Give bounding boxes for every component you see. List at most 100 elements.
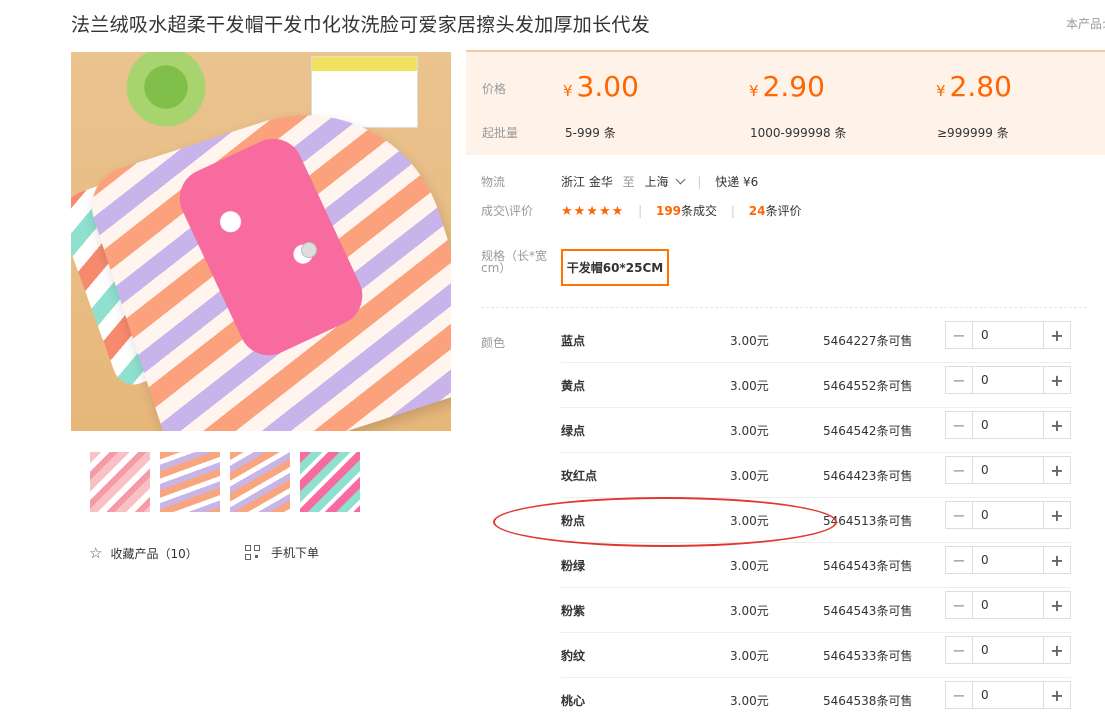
deals-link[interactable]: 199条成交 <box>656 204 717 218</box>
color-name: 绿点 <box>561 424 586 438</box>
minus-icon[interactable]: − <box>946 457 973 483</box>
color-stock: 5464543条可售 <box>823 604 913 618</box>
color-row-rose-dot: 玫红点 3.00元 5464423条可售 − 0 + <box>561 453 1071 498</box>
color-stock: 5464542条可售 <box>823 424 913 438</box>
shipping-fee: 快递 ¥6 <box>715 175 759 189</box>
chevron-down-icon <box>675 174 685 185</box>
plus-icon[interactable]: + <box>1043 592 1070 618</box>
qr-code-icon <box>245 544 261 561</box>
color-row-pink-purple: 粉紫 3.00元 5464543条可售 − 0 + <box>561 588 1071 633</box>
thumbnail-4[interactable] <box>300 452 360 512</box>
price-tier-3: ¥2.80 <box>936 70 1012 103</box>
minus-icon[interactable]: − <box>946 367 973 393</box>
destination-select[interactable]: 上海 <box>645 174 685 189</box>
rating-stars: ★★★★★ <box>561 204 625 219</box>
color-stock: 5464543条可售 <box>823 559 913 573</box>
color-name: 粉点 <box>561 514 586 528</box>
minus-icon[interactable]: − <box>946 412 973 438</box>
quantity-stepper: − 0 + <box>945 636 1071 664</box>
divider <box>481 307 1087 308</box>
color-price: 3.00元 <box>730 424 769 438</box>
color-price: 3.00元 <box>730 469 769 483</box>
color-price: 3.00元 <box>730 559 769 573</box>
price-panel: 价格 起批量 ¥3.00 ¥2.90 ¥2.80 5-999 条 1000-99… <box>466 50 1105 155</box>
quantity-stepper: − 0 + <box>945 681 1071 709</box>
quantity-input[interactable]: 0 <box>973 592 1043 618</box>
logistics-to: 至 <box>622 175 635 189</box>
plus-icon[interactable]: + <box>1043 367 1070 393</box>
reviews-link[interactable]: 24条评价 <box>749 204 802 218</box>
favorite-label: 收藏产品（10） <box>110 546 198 561</box>
color-stock: 5464423条可售 <box>823 469 913 483</box>
price-tier-2: ¥2.90 <box>749 70 825 103</box>
price-tier-1: ¥3.00 <box>563 70 639 103</box>
minus-icon[interactable]: − <box>946 547 973 573</box>
color-price: 3.00元 <box>730 694 769 708</box>
minus-icon[interactable]: − <box>946 322 973 348</box>
color-stock: 5464552条可售 <box>823 379 913 393</box>
thumbnail-3[interactable] <box>230 452 290 512</box>
this-product-label: 本产品: <box>1066 17 1105 31</box>
minus-icon[interactable]: − <box>946 502 973 528</box>
color-stock: 5464513条可售 <box>823 514 913 528</box>
thumbnail-1[interactable] <box>90 452 150 512</box>
quantity-stepper: − 0 + <box>945 591 1071 619</box>
thumbnail-2[interactable] <box>160 452 220 512</box>
spec-option-button[interactable]: 干发帽60*25CM <box>561 249 669 286</box>
color-stock: 5464538条可售 <box>823 694 913 708</box>
quantity-input[interactable]: 0 <box>973 412 1043 438</box>
plus-icon[interactable]: + <box>1043 322 1070 348</box>
color-name: 玫红点 <box>561 469 598 483</box>
moq-tier-1: 5-999 条 <box>565 126 616 140</box>
color-row-leopard: 豹纹 3.00元 5464533条可售 − 0 + <box>561 633 1071 678</box>
quantity-input[interactable]: 0 <box>973 367 1043 393</box>
color-price: 3.00元 <box>730 334 769 348</box>
quantity-stepper: − 0 + <box>945 411 1071 439</box>
logistics-route: 浙江 金华 至 上海 | 快递 ¥6 <box>561 174 759 189</box>
color-name: 蓝点 <box>561 334 586 348</box>
color-name: 桃心 <box>561 694 586 708</box>
quantity-input[interactable]: 0 <box>973 322 1043 348</box>
color-row-green-dot: 绿点 3.00元 5464542条可售 − 0 + <box>561 408 1071 453</box>
mobile-order-label: 手机下单 <box>271 546 320 560</box>
favorite-button[interactable]: ☆ 收藏产品（10） <box>89 544 198 562</box>
minus-icon[interactable]: − <box>946 592 973 618</box>
moq-tier-2: 1000-999998 条 <box>750 126 847 140</box>
color-label: 颜色 <box>481 336 506 350</box>
plus-icon[interactable]: + <box>1043 637 1070 663</box>
color-row-pink-dot: 粉点 3.00元 5464513条可售 − 0 + <box>561 498 1071 543</box>
color-price: 3.00元 <box>730 514 769 528</box>
quantity-stepper: − 0 + <box>945 501 1071 529</box>
color-row-pink-green: 粉绿 3.00元 5464543条可售 − 0 + <box>561 543 1071 588</box>
plus-icon[interactable]: + <box>1043 547 1070 573</box>
reviews-label: 成交\评价 <box>481 204 534 218</box>
color-stock: 5464533条可售 <box>823 649 913 663</box>
color-price: 3.00元 <box>730 649 769 663</box>
color-name: 粉绿 <box>561 559 586 573</box>
quantity-input[interactable]: 0 <box>973 682 1043 708</box>
logistics-label: 物流 <box>481 175 506 189</box>
quantity-input[interactable]: 0 <box>973 502 1043 528</box>
reviews-summary: ★★★★★ | 199条成交 | 24条评价 <box>561 204 802 219</box>
moq-label: 起批量 <box>482 126 519 140</box>
color-price: 3.00元 <box>730 379 769 393</box>
plus-icon[interactable]: + <box>1043 412 1070 438</box>
color-name: 豹纹 <box>561 649 586 663</box>
minus-icon[interactable]: − <box>946 637 973 663</box>
color-row-heart: 桃心 3.00元 5464538条可售 − 0 + <box>561 678 1071 723</box>
color-name: 黄点 <box>561 379 586 393</box>
price-label: 价格 <box>482 82 507 96</box>
quantity-stepper: − 0 + <box>945 321 1071 349</box>
product-title: 法兰绒吸水超柔干发帽干发巾化妆洗脸可爱家居擦头发加厚加长代发 <box>71 14 651 36</box>
main-product-image[interactable] <box>71 52 451 431</box>
plus-icon[interactable]: + <box>1043 682 1070 708</box>
mobile-order-button[interactable]: 手机下单 <box>245 544 319 561</box>
color-row-blue-dot: 蓝点 3.00元 5464227条可售 − 0 + <box>561 318 1071 363</box>
plus-icon[interactable]: + <box>1043 457 1070 483</box>
minus-icon[interactable]: − <box>946 682 973 708</box>
color-row-yellow-dot: 黄点 3.00元 5464552条可售 − 0 + <box>561 363 1071 408</box>
quantity-input[interactable]: 0 <box>973 637 1043 663</box>
quantity-input[interactable]: 0 <box>973 547 1043 573</box>
plus-icon[interactable]: + <box>1043 502 1070 528</box>
quantity-input[interactable]: 0 <box>973 457 1043 483</box>
